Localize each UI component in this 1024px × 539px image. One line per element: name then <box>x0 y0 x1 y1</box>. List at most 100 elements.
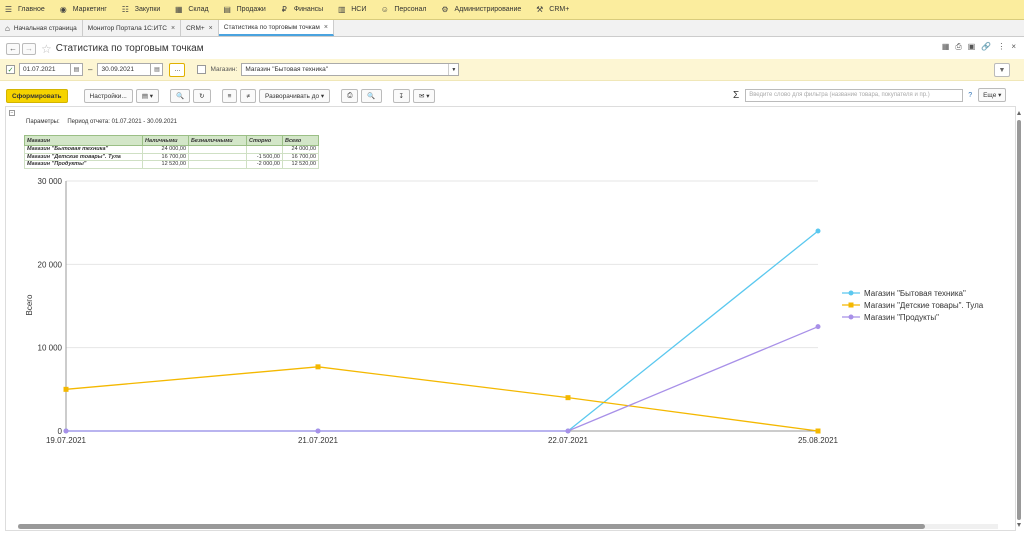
period-checkbox[interactable]: ✓ <box>6 65 15 74</box>
group-collapse-toggle[interactable]: − <box>9 110 15 116</box>
column-header[interactable]: Всего <box>282 135 319 146</box>
y-tick-label: 20 000 <box>38 260 63 269</box>
tab[interactable]: Статистика по торговым точкам × <box>218 20 334 36</box>
print-button[interactable]: ⎙ <box>341 89 359 103</box>
data-point <box>565 428 571 434</box>
menu-item-label: Закупки <box>134 6 161 13</box>
sum-icon[interactable]: Σ <box>733 90 739 101</box>
filter-funnel-icon[interactable]: ▼ <box>994 63 1010 77</box>
tab[interactable]: ⌂ Начальная страница <box>0 20 83 36</box>
tab-label: Статистика по торговым точкам <box>223 23 320 31</box>
main-menu-bar: ☰ Главное ◉ Маркетинг ☷ Закупки ▦ Склад ▤ Продажи… <box>0 0 1024 20</box>
table-cell <box>246 145 283 154</box>
find-button[interactable]: 🔍 <box>170 89 191 103</box>
crm-icon: ⚒ <box>536 5 544 14</box>
menu-item-label: Продажи <box>236 6 266 13</box>
legend-label: Магазин "Детские товары". Тула <box>864 301 984 310</box>
data-point <box>315 364 321 370</box>
generate-button[interactable]: Сформировать <box>6 89 68 103</box>
table-cell: 16 700,00 <box>142 152 189 161</box>
table-cell: -2 000,00 <box>246 160 283 169</box>
params-value: Период отчета: 01.07.2021 - 30.09.2021 <box>67 119 177 125</box>
menu-item[interactable]: ⚙ Администрирование <box>441 5 522 14</box>
shop-checkbox[interactable] <box>197 65 207 74</box>
y-tick-label: 0 <box>58 427 63 436</box>
more-button[interactable]: Еще ▾ <box>978 88 1007 102</box>
preview-icon[interactable]: ▣ <box>968 42 976 52</box>
menu-item[interactable]: ☷ Закупки <box>121 5 161 14</box>
print-preview-button[interactable]: 🔍 <box>361 89 382 103</box>
calendar-icon[interactable]: ▤ <box>71 63 83 76</box>
menu-item[interactable]: ▤ Продажи <box>223 5 266 14</box>
data-point <box>315 428 321 434</box>
collapse-groups-icon[interactable]: ≠ <box>240 89 256 103</box>
refresh-button[interactable]: ↻ <box>193 89 211 103</box>
period-select-button[interactable]: ... <box>169 62 186 77</box>
report-area: − Параметры: Период отчета: 01.07.2021 -… <box>5 106 1016 531</box>
calendar-icon[interactable]: ▤ <box>151 63 164 76</box>
sales-line-chart: 0 10 000 20 000 30 000 19.07.2021 21.07.2021 2… <box>25 177 984 445</box>
horizontal-scrollbar[interactable] <box>18 524 998 529</box>
form-header: ← → ☆ Статистика по торговым точкам <box>0 38 1024 59</box>
save-file-button[interactable]: ↧ <box>392 89 410 103</box>
expand-to-label: Разворачивать до <box>264 92 320 100</box>
page-title: Статистика по торговым точкам <box>55 43 204 54</box>
save-icon[interactable]: ▦ <box>942 42 950 52</box>
date-to-field[interactable]: 30.09.2021 <box>97 63 152 76</box>
purchases-icon: ☷ <box>121 5 129 14</box>
menu-item-label: Администрирование <box>454 6 522 13</box>
menu-item[interactable]: ▥ НСИ <box>337 5 366 14</box>
vertical-scrollbar[interactable] <box>1016 110 1022 528</box>
favorite-star-icon[interactable]: ☆ <box>41 42 52 56</box>
date-range-dash: – <box>88 65 93 74</box>
close-tab-icon[interactable]: × <box>324 24 328 31</box>
report-params: Параметры: Период отчета: 01.07.2021 - 3… <box>26 119 177 125</box>
close-tab-icon[interactable]: × <box>209 25 213 32</box>
search-input[interactable]: Введите слово для фильтра (название това… <box>745 88 964 102</box>
table-row: Магазин "Продукты" 12 520,00 -2 000,00 12 5… <box>24 160 319 169</box>
marketing-icon: ◉ <box>59 5 67 14</box>
shop-label: Магазин: <box>210 66 238 73</box>
column-header[interactable]: Магазин <box>24 135 143 146</box>
link-icon[interactable]: 🔗 <box>981 42 991 52</box>
menu-item[interactable]: ₽ Финансы <box>280 5 323 14</box>
tab[interactable]: Монитор Портала 1С:ИТС × <box>83 20 182 36</box>
column-header[interactable]: Безналичными <box>188 135 247 146</box>
menu-item[interactable]: ☺ Персонал <box>380 5 427 14</box>
forward-button[interactable]: → <box>22 42 36 55</box>
print-icon[interactable]: ⎙ <box>955 42 961 52</box>
help-icon[interactable]: ? <box>968 92 972 99</box>
scroll-thumb[interactable] <box>18 524 925 529</box>
send-email-button[interactable]: ✉ ▾ <box>412 89 436 103</box>
form-actions: ▦ ⎙ ▣ 🔗 ⋮ × <box>942 42 1016 52</box>
data-point <box>565 395 571 401</box>
tab[interactable]: CRM+ × <box>181 20 219 36</box>
report-table: Магазин Наличными Безналичными Сторно Всего … <box>24 135 319 169</box>
tab-label: Монитор Портала 1С:ИТС <box>87 24 167 32</box>
close-tab-icon[interactable]: × <box>171 25 175 32</box>
menu-item[interactable]: ⚒ CRM+ <box>535 5 569 14</box>
close-icon[interactable]: × <box>1011 42 1016 52</box>
back-button[interactable]: ← <box>6 42 20 55</box>
chevron-down-icon[interactable]: ▼ <box>448 64 458 75</box>
variant-button[interactable]: ▤ ▾ <box>135 89 160 103</box>
table-cell <box>188 145 247 154</box>
filter-bar: ✓ 01.07.2021 ▤ – 30.09.2021 ▤ ... Магази… <box>0 59 1024 81</box>
params-label: Параметры: <box>26 119 60 125</box>
date-from-field[interactable]: 01.07.2021 <box>19 63 71 76</box>
expand-groups-icon[interactable]: ≡ <box>221 89 238 103</box>
expand-to-button[interactable]: Разворачивать до ▾ <box>258 89 331 103</box>
sales-icon: ▤ <box>223 5 231 14</box>
menu-item[interactable]: ◉ Маркетинг <box>59 5 107 14</box>
menu-item[interactable]: ▦ Склад <box>174 5 209 14</box>
column-header[interactable]: Сторно <box>246 135 283 146</box>
table-cell: Магазин "Детские товары". Тула <box>24 152 143 161</box>
table-cell: Магазин "Продукты" <box>24 160 143 169</box>
table-cell: 16 700,00 <box>282 152 319 161</box>
column-header[interactable]: Наличными <box>142 135 189 146</box>
more-vert-icon[interactable]: ⋮ <box>997 42 1005 52</box>
legend-label: Магазин "Бытовая техника" <box>864 289 966 298</box>
shop-field[interactable]: Магазин "Бытовая техника" ▼ <box>241 63 460 76</box>
settings-button[interactable]: Настройки... <box>83 89 133 103</box>
menu-item[interactable]: ☰ Главное <box>4 5 45 14</box>
